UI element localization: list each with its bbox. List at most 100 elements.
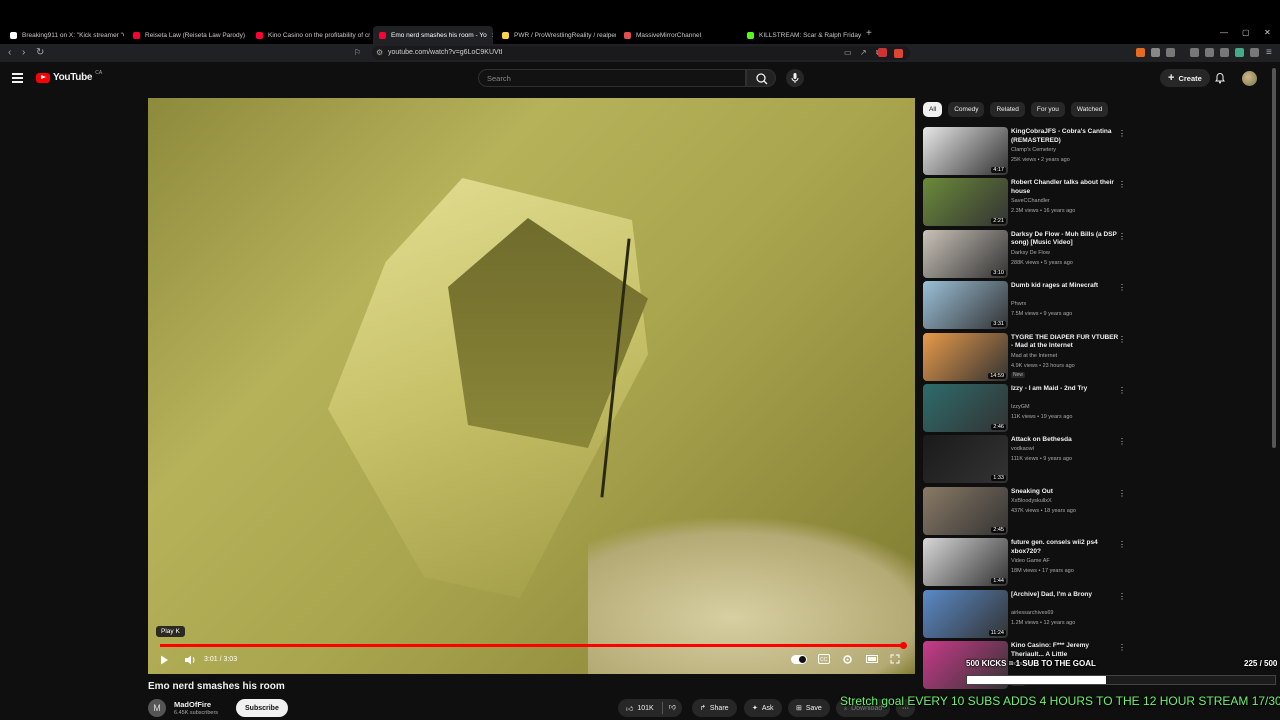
chip-all[interactable]: All [923,102,943,117]
captions-icon[interactable]: CC [818,654,830,664]
minimize-icon[interactable]: — [1220,28,1228,37]
media-icon[interactable] [1190,48,1199,57]
guide-menu-icon[interactable] [12,73,23,83]
page-scrollbar[interactable] [1272,68,1276,448]
recommended-title[interactable]: [Archive] Dad, I'm a Brony [1011,591,1119,600]
video-thumbnail[interactable]: 2:46 [923,384,1008,432]
video-thumbnail[interactable]: 14:59 [923,332,1008,381]
scrubber-handle[interactable] [900,642,907,649]
recommended-video[interactable]: 11:24 [Archive] Dad, I'm a Brony airlessar… [923,589,1133,638]
recommended-title[interactable]: Dumb kid rages at Minecraft [1011,282,1119,291]
brave-shield-icon[interactable] [878,48,887,57]
recommended-channel[interactable]: Clamp's Cemetery [1011,147,1056,153]
chip-watched[interactable]: Watched [1070,102,1109,117]
recommended-video[interactable]: 3:31 Dumb kid rages at Minecraft Phwrx 7.5M… [923,281,1133,330]
more-options-icon[interactable]: ⋮ [1118,283,1126,292]
recommended-channel[interactable]: Video Game AF [1011,558,1050,564]
brave-rewards-icon[interactable] [894,49,903,58]
forward-icon[interactable]: › [22,47,25,58]
address-bar[interactable]: ⚙ youtube.com/watch?v=g6LoC9KUVtI ▭ ↗ ⧉ [372,46,910,60]
recommended-video[interactable]: 2:45 Sneaking Out XxBloodyskullxX 437K view… [923,486,1133,535]
create-button[interactable]: + Create [1160,69,1210,87]
recommended-title[interactable]: TYGRE THE DIAPER FUR VTUBER - Mad at the… [1011,334,1119,351]
recommended-channel[interactable]: airlessarchives69 [1011,610,1054,616]
more-options-icon[interactable]: ⋮ [1118,232,1126,241]
recommended-video[interactable]: 2:21 Robert Chandler talks about their ho… [923,178,1133,227]
recommended-video[interactable]: 4:17 KingCobraJFS - Cobra's Cantina (REMA… [923,127,1133,175]
video-thumbnail[interactable]: 4:17 [923,127,1008,175]
save-button[interactable]: ⊞ Save [788,699,830,717]
vpn-icon[interactable] [1250,48,1259,57]
sidebar-icon[interactable] [1205,48,1214,57]
browser-tab[interactable]: Breaking911 on X: "Kick streamer "Cl [4,26,124,44]
voice-search-button[interactable] [786,69,804,87]
search-input[interactable]: Search [478,69,746,87]
recommended-title[interactable]: Attack on Bethesda [1011,436,1119,445]
browser-tab[interactable]: PWR / ProWrestlingReality / realpers [496,26,616,44]
extension-icon[interactable] [1151,48,1160,57]
video-thumbnail[interactable]: 3:10 [923,229,1008,278]
video-thumbnail[interactable]: 2:21 [923,178,1008,227]
recommended-channel[interactable]: Phwrx [1011,301,1026,307]
recommended-title[interactable]: future gen. consels wii2 ps4 xbox720? [1011,539,1119,556]
recommended-channel[interactable]: SaveCChandler [1011,198,1050,204]
browser-tab[interactable]: Kino Casino on the profitability of cr [250,26,370,44]
new-tab-button[interactable]: + [866,28,872,39]
recommended-video[interactable]: 2:46 Izzy - I am Maid - 2nd Try IzzyGM 11K … [923,384,1133,432]
recommended-channel[interactable]: vodkaowl [1011,446,1034,452]
play-icon[interactable] [158,654,170,666]
recommended-video[interactable]: 14:59 TYGRE THE DIAPER FUR VTUBER - Mad a… [923,332,1133,381]
fullscreen-icon[interactable] [890,654,900,664]
share-button[interactable]: ↱ Share [692,699,737,717]
like-button[interactable]: 👍︎ 101K 👎︎ [618,699,682,717]
menu-icon[interactable]: ≡ [1266,47,1272,58]
chip-comedy[interactable]: Comedy [948,102,985,117]
close-window-icon[interactable]: ✕ [1264,28,1271,37]
recommended-channel[interactable]: IzzyGM [1011,404,1030,410]
back-icon[interactable]: ‹ [8,47,11,58]
recommended-title[interactable]: Kino Casino: F*** Jeremy Theriault... A … [1011,642,1119,659]
extension-icon[interactable] [1235,48,1244,57]
youtube-logo[interactable]: YouTube CA [36,70,102,83]
recommended-title[interactable]: KingCobraJFS - Cobra's Cantina (REMASTER… [1011,128,1119,145]
browser-tab[interactable]: MassiveMirrorChannel [618,26,738,44]
recommended-channel[interactable]: Mad at the Internet [1011,353,1057,359]
profile-icon[interactable] [1220,48,1229,57]
channel-avatar[interactable]: M [148,699,166,717]
browser-tab[interactable]: KILLSTREAM: Scar & Ralph Friday Fin [741,26,861,44]
thumbs-down-icon[interactable]: 👎︎ [661,702,676,714]
more-options-icon[interactable]: ⋮ [1118,129,1126,138]
share-page-icon[interactable]: ↗ [860,48,867,57]
account-avatar[interactable] [1242,71,1257,86]
ask-button[interactable]: ✦ Ask [744,699,782,717]
recommended-video[interactable]: 3:10 Darksy De Flow - Muh Bills (a DSP so… [923,229,1133,278]
video-thumbnail[interactable]: 11:24 [923,589,1008,638]
progress-bar[interactable] [160,642,907,649]
more-options-icon[interactable]: ⋮ [1118,437,1126,446]
theater-mode-icon[interactable] [866,654,878,664]
more-options-icon[interactable]: ⋮ [1118,592,1126,601]
search-button[interactable] [746,69,776,87]
notifications-bell-icon[interactable] [1214,72,1226,84]
autoplay-toggle[interactable] [791,655,807,664]
chip-for-you[interactable]: For you [1030,102,1065,117]
video-thumbnail[interactable]: 3:31 [923,281,1008,330]
channel-name[interactable]: MadOfFire [174,700,211,709]
recommended-video[interactable]: 1:33 Attack on Bethesda vodkaowl 111K views… [923,435,1133,484]
recommended-video[interactable]: 1:44 future gen. consels wii2 ps4 xbox720… [923,538,1133,587]
video-thumbnail[interactable]: 1:44 [923,538,1008,587]
recommended-title[interactable]: Izzy - I am Maid - 2nd Try [1011,385,1119,394]
browser-tab[interactable]: Emo nerd smashes his room - Yo × [373,26,493,44]
more-options-icon[interactable]: ⋮ [1118,540,1126,549]
bookmark-icon[interactable]: ⚐ [354,48,361,57]
more-options-icon[interactable]: ⋮ [1118,386,1126,395]
settings-gear-icon[interactable] [842,654,853,665]
video-player[interactable]: Play K 3:01 / 3:03 CC [148,98,915,674]
more-options-icon[interactable]: ⋮ [1118,489,1126,498]
recommended-title[interactable]: Robert Chandler talks about their house [1011,179,1119,196]
chip-related[interactable]: Related [990,102,1025,117]
recommended-title[interactable]: Sneaking Out [1011,488,1119,497]
site-info-icon[interactable]: ⚙ [376,48,383,57]
cast-icon[interactable]: ▭ [844,48,852,57]
extension-icon[interactable] [1166,48,1175,57]
